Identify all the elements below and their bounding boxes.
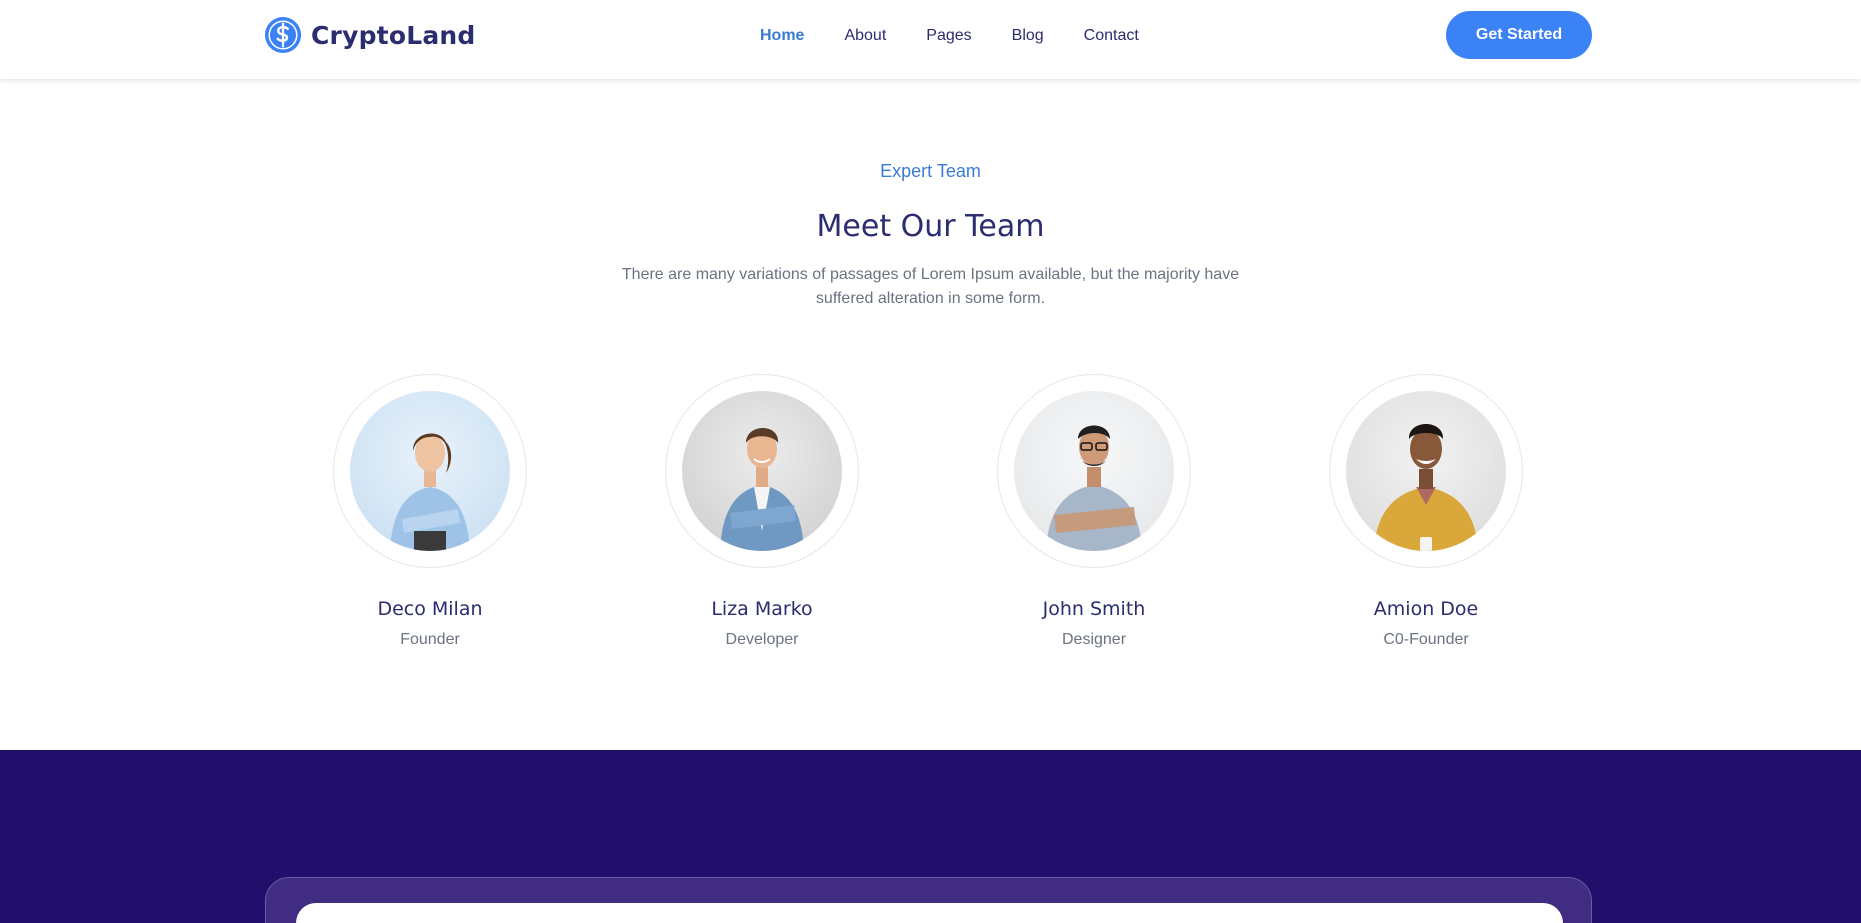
member-role: Founder [400,631,460,648]
team-member-card: Amion Doe C0-Founder [1296,374,1556,650]
avatar-frame [665,374,859,568]
woman-portrait-photo [350,391,510,551]
team-member-card: Liza Marko Developer [632,374,892,650]
nav-item-about[interactable]: About [844,27,886,45]
section-eyebrow: Expert Team [880,161,981,181]
newsletter-section [0,750,1861,923]
nav-item-blog[interactable]: Blog [1012,27,1044,45]
newsletter-card [265,877,1592,923]
main-nav: Home About Pages Blog Contact [760,24,1179,48]
team-section: Expert Team Meet Our Team There are many… [0,79,1861,750]
member-name: John Smith [1042,598,1146,620]
man-glasses-portrait-photo [1014,391,1174,551]
member-name: Liza Marko [711,598,813,620]
avatar-frame [1329,374,1523,568]
man-denim-shirt-portrait-photo [682,391,842,551]
nav-item-pages[interactable]: Pages [926,27,971,45]
brand-name: CryptoLand [311,20,476,50]
get-started-button[interactable]: Get Started [1446,11,1592,59]
avatar-frame [333,374,527,568]
member-name: Amion Doe [1373,598,1479,620]
avatar-frame [997,374,1191,568]
member-role: Developer [725,631,799,648]
nav-item-home[interactable]: Home [760,27,804,45]
dollar-coin-icon [264,16,302,54]
nav-item-contact[interactable]: Contact [1084,27,1139,45]
member-role: Designer [1061,631,1127,648]
team-member-card: Deco Milan Founder [300,374,560,650]
brand-logo[interactable]: CryptoLand [264,16,476,54]
site-header: CryptoLand Home About Pages Blog Contact… [0,0,1861,79]
section-title: Meet Our Team [816,209,1045,244]
member-name: Deco Milan [377,598,483,620]
team-member-card: John Smith Designer [964,374,1224,650]
member-role: C0-Founder [1383,631,1469,648]
newsletter-panel [296,903,1563,923]
man-yellow-sweater-portrait-photo [1346,391,1506,551]
section-description: There are many variations of passages of… [621,266,1240,307]
